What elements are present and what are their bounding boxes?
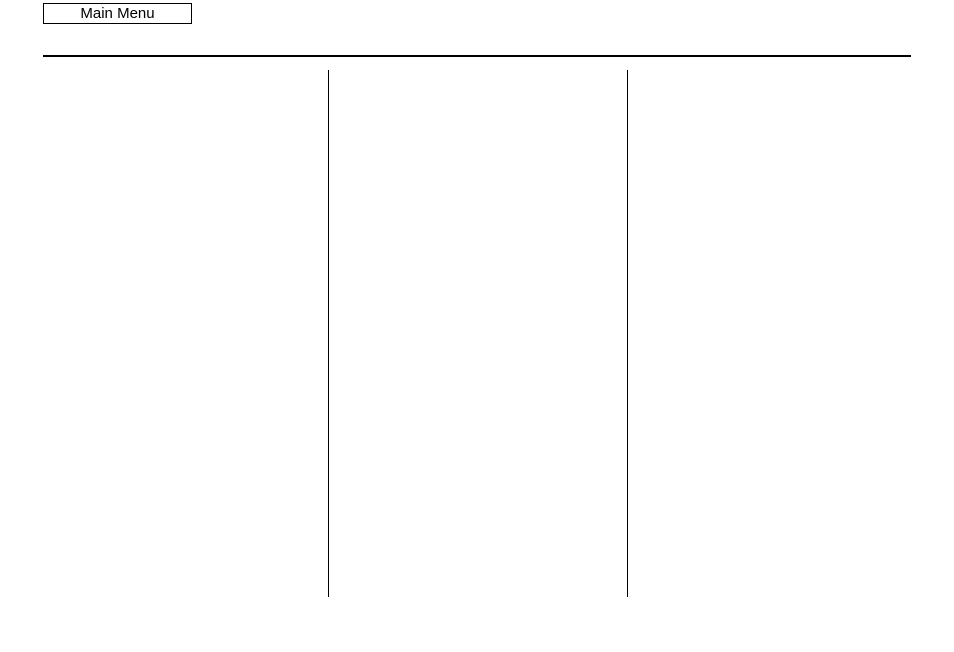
vertical-divider-left bbox=[328, 70, 329, 597]
vertical-divider-right bbox=[627, 70, 628, 597]
main-menu-button[interactable]: Main Menu bbox=[43, 3, 192, 24]
horizontal-divider bbox=[43, 55, 911, 57]
